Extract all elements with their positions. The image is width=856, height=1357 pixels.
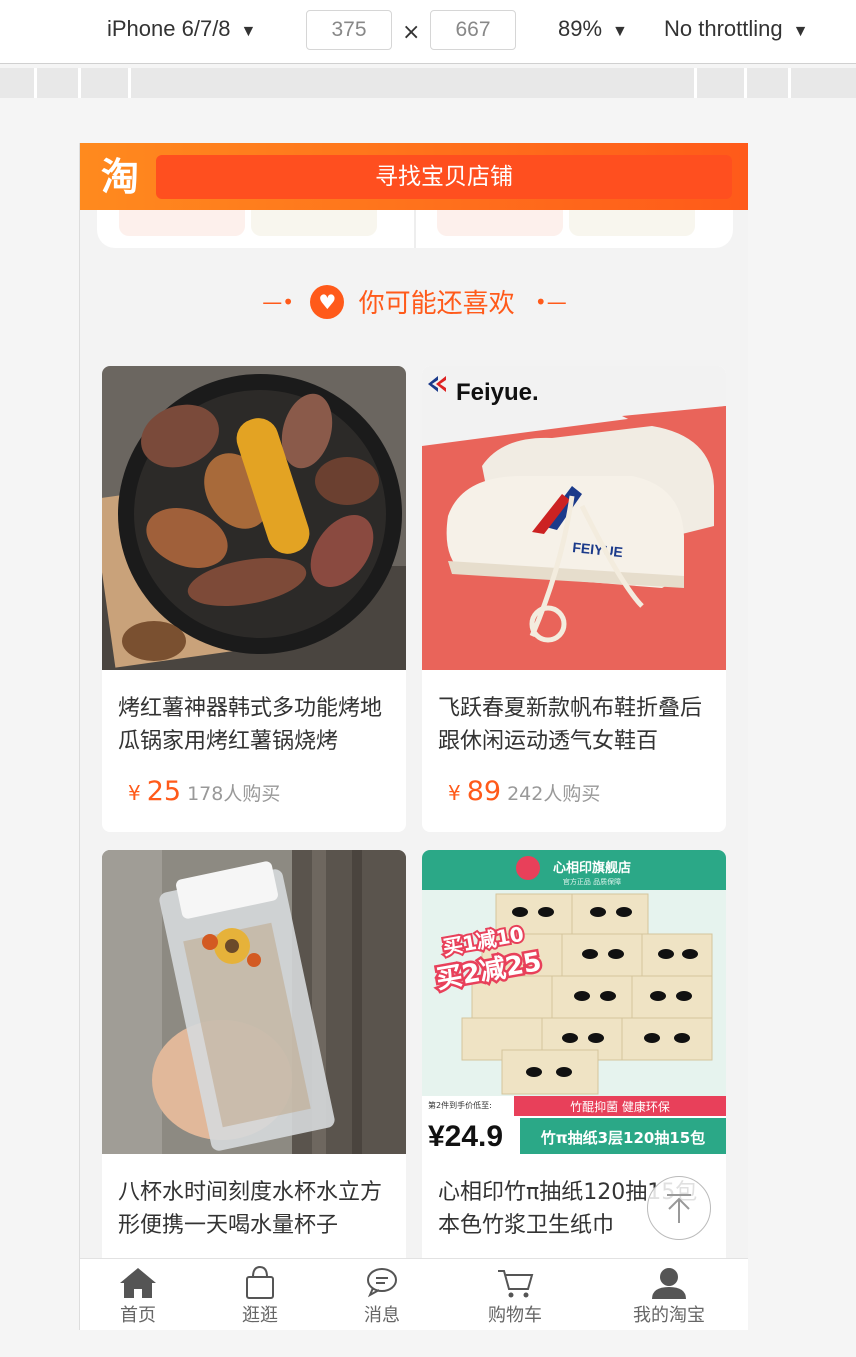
right-arrow-decoration: •— [534, 289, 567, 314]
tissue-banner-text: 竹π抽纸3层120抽15包 [540, 1129, 706, 1147]
user-icon [652, 1268, 686, 1299]
ruler-divider [78, 68, 81, 98]
currency-symbol: ¥ [448, 781, 461, 805]
ruler-divider [128, 68, 131, 98]
home-icon [120, 1268, 156, 1298]
store-tagline-text: 官方正品 品质保障 [563, 877, 621, 886]
tissue-image-price: ¥24.9 [428, 1120, 503, 1153]
throttling-select[interactable]: No throttling ▼ [664, 16, 808, 42]
category-pill[interactable] [119, 210, 245, 236]
left-arrow-decoration: —• [262, 289, 295, 314]
tab-label: 购物车 [488, 1305, 542, 1326]
back-to-top-button[interactable] [647, 1176, 711, 1240]
device-label: iPhone 6/7/8 [107, 16, 231, 41]
height-input[interactable]: 667 [430, 10, 516, 50]
tissue-feature-text: 竹醌抑菌 健康环保 [570, 1099, 670, 1114]
product-name: 八杯水时间刻度水杯水立方形便携一天喝水量杯子 [118, 1180, 383, 1238]
media-query-ruler[interactable] [0, 68, 856, 98]
chat-bubble-icon [367, 1268, 397, 1298]
sold-count: 242人购买 [507, 783, 601, 805]
section-title: —• ♥ 你可能还喜欢 •— [80, 283, 748, 327]
tab-label: 逛逛 [242, 1305, 278, 1326]
category-pill[interactable] [251, 210, 377, 236]
tab-home[interactable]: 首页 [83, 1263, 193, 1327]
tab-label: 消息 [364, 1305, 400, 1326]
ruler-divider [694, 68, 697, 98]
chevron-down-icon: ▼ [240, 23, 257, 40]
zoom-select[interactable]: 89% ▼ [558, 16, 628, 42]
product-card[interactable]: 八杯水时间刻度水杯水立方形便携一天喝水量杯子 [102, 850, 406, 1270]
ruler-divider [34, 68, 37, 98]
product-image[interactable] [102, 366, 406, 670]
sold-count: 178人购买 [187, 783, 281, 805]
currency-symbol: ¥ [128, 781, 141, 805]
chevron-down-icon: ▼ [612, 23, 628, 40]
tab-label: 我的淘宝 [633, 1305, 705, 1326]
category-pill[interactable] [569, 210, 695, 236]
cart-icon [498, 1270, 534, 1298]
product-image[interactable]: Feiyue. FEIYUE [422, 366, 726, 670]
device-select[interactable]: iPhone 6/7/8 ▼ [107, 16, 256, 42]
tab-my-taobao[interactable]: 我的淘宝 [614, 1263, 724, 1327]
ruler-divider [744, 68, 747, 98]
chevron-down-icon: ▼ [792, 23, 809, 40]
phone-viewport: 淘 寻找宝贝店铺 —• ♥ 你可能还喜欢 •— 烤红薯神器韩式多功能烤地瓜锅家用… [79, 143, 748, 1330]
product-image[interactable] [102, 850, 406, 1154]
category-strip [97, 210, 733, 248]
zoom-label: 89% [558, 16, 603, 41]
price-row: ¥25 178人购买 [102, 776, 406, 816]
search-button[interactable]: 寻找宝贝店铺 [156, 155, 732, 199]
arrow-up-icon [667, 1194, 691, 1223]
product-card[interactable]: 烤红薯神器韩式多功能烤地瓜锅家用烤红薯锅烧烤 ¥25 178人购买 [102, 366, 406, 832]
divider [414, 210, 416, 248]
shopping-bag-icon [246, 1265, 274, 1299]
product-image[interactable]: 心相印旗舰店 官方正品 品质保障 买1减10 买2减25 竹醌抑菌 健康环保 第… [422, 850, 726, 1154]
width-input[interactable]: 375 [306, 10, 392, 50]
devtools-toolbar: iPhone 6/7/8 ▼ 375 × 667 89% ▼ No throttli… [0, 0, 856, 64]
header-bar: 淘 寻找宝贝店铺 [80, 143, 748, 210]
tab-label: 首页 [120, 1305, 156, 1326]
store-name-text: 心相印旗舰店 [553, 860, 631, 876]
ruler-divider [788, 68, 791, 98]
product-name: 飞跃春夏新款帆布鞋折叠后跟休闲运动透气女鞋百 [438, 696, 703, 754]
dimension-separator: × [402, 20, 421, 45]
feiyue-logo-text: Feiyue. [456, 379, 539, 406]
taobao-logo[interactable]: 淘 [94, 153, 146, 201]
product-name: 烤红薯神器韩式多功能烤地瓜锅家用烤红薯锅烧烤 [118, 696, 383, 754]
bottom-tab-bar: 首页 逛逛 消息 购物车 我的淘宝 [80, 1258, 748, 1330]
category-pill[interactable] [437, 210, 563, 236]
throttling-label: No throttling [664, 16, 783, 41]
price-row: ¥89 242人购买 [422, 776, 726, 816]
tab-browse[interactable]: 逛逛 [205, 1263, 315, 1327]
heart-icon: ♥ [310, 284, 345, 319]
price-note-text: 第2件到手价低至: [428, 1100, 492, 1110]
product-card[interactable]: Feiyue. FEIYUE 飞跃春夏新款帆布鞋折叠后跟休闲运动透气女鞋百 ¥8… [422, 366, 726, 832]
section-title-text: 你可能还喜欢 [358, 289, 515, 319]
tab-messages[interactable]: 消息 [327, 1263, 437, 1327]
tab-cart[interactable]: 购物车 [460, 1263, 570, 1327]
product-price: 89 [466, 776, 502, 807]
product-price: 25 [146, 776, 182, 807]
